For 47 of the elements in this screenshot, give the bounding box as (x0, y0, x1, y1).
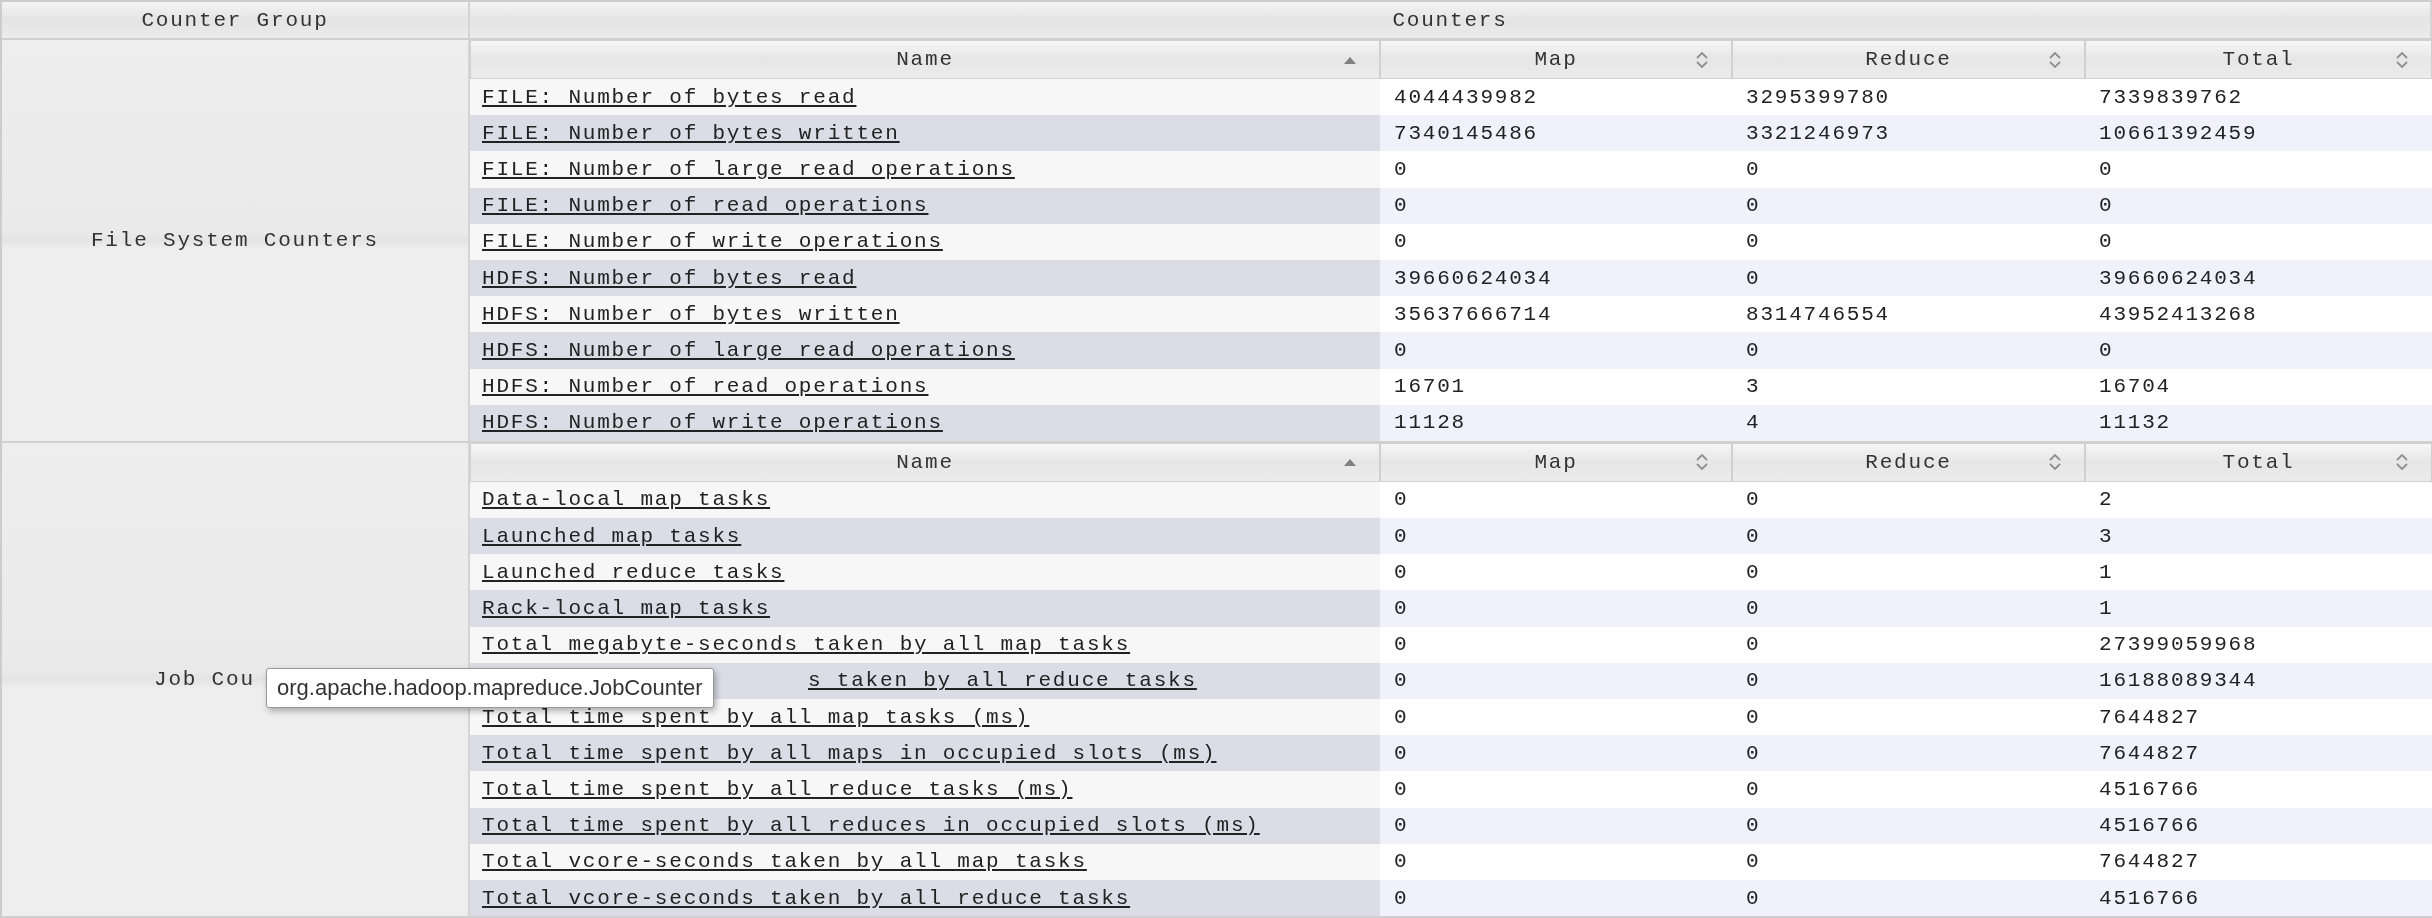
table-cell: 4516766 (2085, 807, 2432, 844)
sortable-column-header[interactable]: Reduce (1732, 442, 2085, 482)
table-cell: 1 (2085, 590, 2432, 627)
table-cell: 0 (1380, 332, 1732, 369)
table-cell: 0 (1732, 879, 2085, 917)
group-label: Job Cou (154, 668, 255, 691)
table-cell: 0 (1380, 735, 1732, 772)
table-cell: 0 (1732, 590, 2085, 627)
table-cell: 10661392459 (2085, 115, 2432, 152)
table-cell: 11128 (1380, 404, 1732, 441)
sortable-column-header[interactable]: Map (1380, 442, 1732, 482)
column-header: Counter Group (2, 2, 470, 40)
table-cell: 39660624034 (1380, 259, 1732, 297)
tooltip: org.apache.hadoop.mapreduce.JobCounter (266, 667, 714, 708)
sortable-column-header[interactable]: Name (470, 40, 1380, 79)
group-label: File System Counters (90, 228, 379, 252)
table-cell: 16188089344 (2085, 662, 2432, 699)
sortable-column-header[interactable]: Name (470, 442, 1380, 482)
table-cell: 0 (1380, 518, 1732, 555)
table-cell: 0 (1732, 332, 2085, 369)
table-cell: 0 (2085, 187, 2432, 224)
table-cell: 0 (1380, 879, 1732, 917)
table-cell: 0 (1380, 807, 1732, 844)
table-cell: 0 (1732, 187, 2085, 224)
table-cell: 4 (1732, 404, 2085, 441)
table-cell: 0 (1380, 590, 1732, 627)
column-header: Counters (470, 2, 2432, 40)
table-cell: 39660624034 (2085, 259, 2432, 297)
sortable-column-header[interactable]: Reduce (1732, 40, 2085, 79)
table-cell: 7340145486 (1380, 115, 1732, 152)
table-cell: 0 (1732, 662, 2085, 699)
table-cell: 0 (2085, 332, 2432, 369)
table-cell: 0 (1732, 735, 2085, 772)
table-cell: 0 (1732, 259, 2085, 297)
table-cell: 11132 (2085, 404, 2432, 441)
table-cell: 0 (1380, 662, 1732, 699)
table-cell: 0 (1380, 187, 1732, 224)
table-cell: 0 (1732, 518, 2085, 555)
sortable-column-header[interactable]: Total (2085, 442, 2432, 482)
table-cell: 3321246973 (1732, 115, 2085, 152)
table-cell: 0 (1732, 807, 2085, 844)
table-cell: 4516766 (2085, 879, 2432, 917)
counter-link[interactable]: Launched map tasks (482, 524, 742, 548)
sortable-column-header[interactable]: Map (1380, 40, 1732, 79)
sortable-column-header[interactable]: Total (2085, 40, 2432, 79)
table-cell: 7644827 (2085, 735, 2432, 772)
table-cell: 3 (2085, 518, 2432, 555)
